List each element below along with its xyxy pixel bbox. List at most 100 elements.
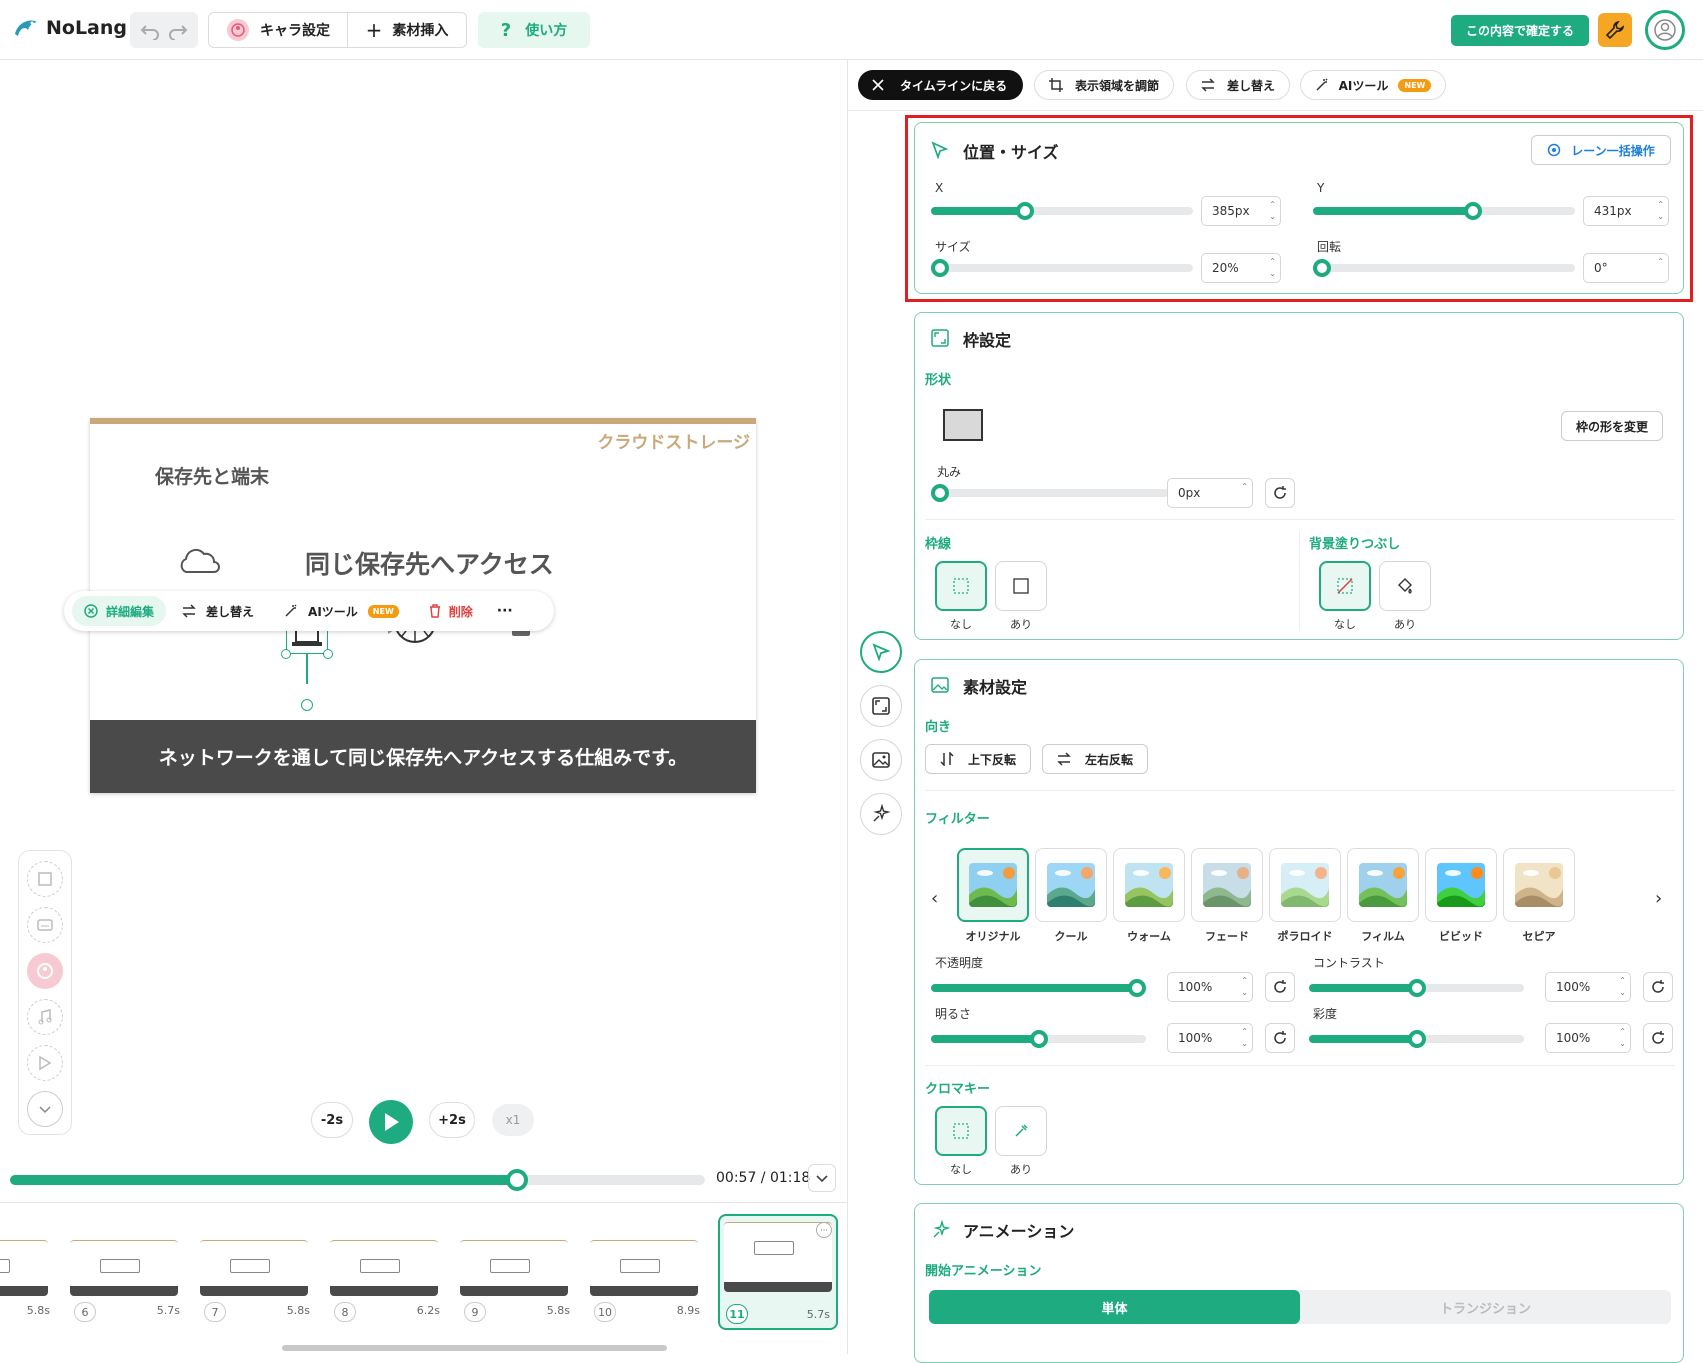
animation-title: アニメーション [963, 1222, 1075, 1241]
filter-option[interactable] [1425, 848, 1497, 922]
video-icon[interactable] [27, 1045, 63, 1081]
redo-icon[interactable] [168, 20, 188, 40]
forward-2s-button[interactable]: +2s [429, 1102, 475, 1138]
subtitle-icon[interactable] [27, 907, 63, 943]
filter-option[interactable] [1035, 848, 1107, 922]
add-frame-icon[interactable] [27, 861, 63, 897]
flip-horizontal-button[interactable]: 左右反転 [1042, 744, 1148, 774]
chevron-right-icon[interactable]: › [1655, 888, 1662, 909]
contrast-input[interactable]: 100% ⌃ ⌄ [1545, 972, 1631, 1002]
side-position-button[interactable] [860, 631, 902, 673]
saturation-slider[interactable] [1309, 1030, 1524, 1048]
detail-edit-button[interactable]: 詳細編集 [72, 596, 167, 626]
y-slider[interactable] [1313, 202, 1575, 220]
slide-more-icon[interactable]: ··· [816, 1222, 832, 1238]
progress-knob[interactable] [506, 1169, 529, 1191]
filter-option[interactable] [1503, 848, 1575, 922]
side-frame-button[interactable] [860, 685, 902, 727]
rotation-slider[interactable] [1313, 259, 1575, 277]
filter-option[interactable] [957, 848, 1029, 922]
timeline-slide[interactable]: 10 8.9s [588, 1210, 700, 1322]
saturation-label: 彩度 [1313, 1007, 1338, 1021]
howto-button[interactable]: ? 使い方 [478, 12, 590, 48]
size-slider[interactable] [931, 259, 1193, 277]
timeline-slide[interactable]: 6 5.7s [68, 1210, 180, 1322]
round-reset-button[interactable] [1265, 478, 1295, 508]
border-none-button[interactable] [935, 561, 987, 611]
more-icon[interactable]: ··· [497, 603, 513, 619]
ai-tool-button[interactable]: AIツール NEW [1300, 70, 1446, 100]
x-input[interactable]: 385px ⌃ ⌄ [1201, 196, 1281, 226]
speed-button[interactable]: x1 [492, 1104, 534, 1136]
x-slider[interactable] [931, 202, 1193, 220]
resize-handle[interactable] [323, 649, 333, 659]
filter-option[interactable] [1269, 848, 1341, 922]
side-image-button[interactable] [860, 739, 902, 781]
lane-bulk-button[interactable]: レーン一括操作 [1531, 135, 1671, 165]
single-mode-button[interactable]: 単体 [929, 1290, 1300, 1324]
chevron-down-icon[interactable] [27, 1091, 63, 1127]
reset-icon [1272, 1030, 1288, 1046]
play-button[interactable] [369, 1100, 413, 1144]
timeline-scrollbar[interactable] [282, 1345, 667, 1351]
saturation-reset-button[interactable] [1643, 1023, 1673, 1053]
timeline-toggle[interactable] [808, 1164, 836, 1192]
bg-fill-none-button[interactable] [1319, 561, 1371, 611]
opacity-slider[interactable] [931, 979, 1146, 997]
change-shape-button[interactable]: 枠の形を変更 [1561, 411, 1663, 441]
size-input[interactable]: 20% ⌃ ⌄ [1201, 253, 1281, 283]
image-icon [871, 750, 891, 770]
opacity-reset-button[interactable] [1265, 972, 1295, 1002]
rewind-2s-button[interactable]: -2s [311, 1102, 353, 1138]
brightness-slider[interactable] [931, 1030, 1146, 1048]
resize-handle[interactable] [281, 649, 291, 659]
chevron-left-icon[interactable]: ‹ [931, 888, 938, 909]
round-slider[interactable] [931, 484, 1169, 502]
user-avatar[interactable] [1645, 10, 1685, 50]
float-delete-button[interactable]: 削除 [429, 603, 473, 620]
opacity-input[interactable]: 100% ⌃ ⌄ [1167, 972, 1253, 1002]
round-input[interactable]: 0px ⌃ [1167, 478, 1253, 508]
undo-redo-group [130, 12, 198, 48]
character-icon[interactable] [27, 953, 63, 989]
float-ai-button[interactable]: AIツール NEW [284, 603, 399, 620]
transition-mode-button[interactable]: トランジション [1300, 1290, 1671, 1324]
side-animation-button[interactable] [860, 793, 902, 835]
timeline-slide[interactable]: 9 5.8s [458, 1210, 570, 1322]
chroma-yes-button[interactable] [995, 1106, 1047, 1156]
replace-button[interactable]: 差し替え [1186, 70, 1290, 100]
contrast-slider[interactable] [1309, 979, 1524, 997]
brightness-input[interactable]: 100% ⌃ ⌄ [1167, 1023, 1253, 1053]
progress-track[interactable] [10, 1169, 705, 1191]
saturation-input[interactable]: 100% ⌃ ⌄ [1545, 1023, 1631, 1053]
undo-icon[interactable] [140, 20, 160, 40]
chara-settings-button[interactable]: キャラ設定 [208, 12, 348, 48]
float-replace-button[interactable]: 差し替え [182, 603, 254, 620]
filter-option[interactable] [1113, 848, 1185, 922]
flip-vertical-button[interactable]: 上下反転 [925, 744, 1031, 774]
timeline-slide[interactable]: 7 5.8s [198, 1210, 310, 1322]
slide-main-text: 同じ保存先へアクセス [305, 550, 554, 579]
rotate-handle[interactable] [301, 699, 313, 711]
contrast-reset-button[interactable] [1643, 972, 1673, 1002]
bg-fill-yes-button[interactable] [1379, 561, 1431, 611]
brightness-reset-button[interactable] [1265, 1023, 1295, 1053]
back-to-timeline-button[interactable]: タイムラインに戻る [858, 70, 1023, 100]
border-yes-button[interactable] [995, 561, 1047, 611]
slide-caption: ネットワークを通して同じ保存先へアクセスする仕組みです。 [90, 720, 756, 793]
chroma-none-button[interactable] [935, 1106, 987, 1156]
filter-option[interactable] [1347, 848, 1419, 922]
crop-button[interactable]: 表示領域を調節 [1034, 70, 1174, 100]
music-icon[interactable] [27, 999, 63, 1035]
rotation-input[interactable]: 0° ⌃ [1583, 253, 1669, 283]
opacity-label: 不透明度 [935, 956, 984, 970]
timeline-slide[interactable]: 8 6.2s [328, 1210, 440, 1322]
cloud-icon[interactable] [178, 546, 220, 574]
y-input[interactable]: 431px ⌃ ⌄ [1583, 196, 1669, 226]
confirm-button[interactable]: この内容で確定する [1451, 15, 1589, 46]
insert-material-button[interactable]: + 素材挿入 [347, 12, 467, 48]
timeline-slide[interactable]: 5.8s [0, 1210, 50, 1317]
filter-option[interactable] [1191, 848, 1263, 922]
wrench-button[interactable] [1598, 13, 1632, 47]
timeline-slide[interactable]: 11 5.7s ··· [718, 1214, 838, 1330]
